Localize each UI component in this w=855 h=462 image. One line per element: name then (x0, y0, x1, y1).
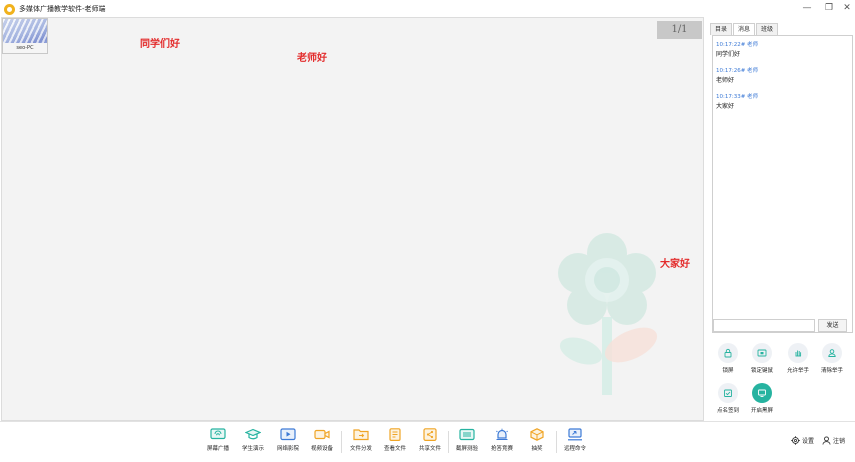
control-label: 锁屏 (722, 368, 734, 374)
control-label: 锁定键鼠 (750, 368, 773, 374)
settings-label: 设置 (802, 438, 815, 445)
send-button[interactable]: 发送 (818, 319, 847, 332)
network-cinema-icon (280, 428, 296, 441)
view-file-button[interactable]: 查看文件 (377, 428, 413, 452)
app-logo-icon (4, 3, 15, 15)
lock-screen-icon (718, 343, 738, 363)
clear-raise-hand-button[interactable]: 清除举手 (814, 343, 850, 374)
control-label: 开启黑屏 (750, 408, 773, 414)
window-title: 多媒体广播教学软件-老师端 (19, 5, 106, 13)
gear-icon (791, 436, 800, 445)
raise-hand-icon (788, 343, 808, 363)
tool-label: 视频设备 (310, 446, 333, 452)
restore-icon[interactable]: ❐ (822, 2, 836, 14)
message-item: 10:17:26# 老师 老师好 (716, 66, 758, 84)
clear-hand-icon (822, 343, 842, 363)
network-cinema-button[interactable]: 网络影院 (270, 428, 306, 452)
student-demo-button[interactable]: 学生演示 (235, 428, 271, 452)
flower-watermark-icon (558, 233, 658, 395)
lock-screen-button[interactable]: 锁屏 (710, 343, 746, 374)
tab-messages[interactable]: 消息 (733, 23, 756, 35)
quick-answer-button[interactable]: 抢答竞赛 (484, 428, 520, 452)
video-device-icon (314, 429, 330, 440)
whiteboard-canvas[interactable]: seo-PC 1/1 同学们好 老师好 大家好 (1, 17, 704, 421)
student-screen-thumbnail[interactable]: seo-PC (2, 18, 48, 54)
control-label: 清除举手 (820, 368, 843, 374)
view-file-icon (389, 428, 401, 441)
title-bar: 多媒体广播教学软件-老师端 — ❐ ✕ (0, 0, 855, 18)
message-text: 大家好 (716, 103, 735, 110)
message-item: 10:17:22# 老师 同学们好 (716, 40, 758, 58)
student-demo-icon (245, 428, 261, 440)
message-header: 10:17:33# 老师 (716, 94, 759, 100)
tool-label: 抢答竞赛 (490, 446, 513, 452)
tool-label: 远程命令 (563, 446, 586, 452)
side-panel: 目录 消息 班级 10:17:22# 老师 同学们好 10:17:26# 老师 … (706, 17, 855, 421)
toolbar-divider (341, 431, 342, 453)
tool-label: 文件分发 (349, 446, 372, 452)
black-screen-button[interactable]: 开启黑屏 (744, 383, 780, 414)
message-text: 老师好 (716, 77, 735, 84)
panel-tabs: 目录 消息 班级 (710, 23, 779, 35)
logout-label: 注销 (833, 438, 846, 445)
share-file-icon (423, 428, 437, 441)
control-label: 点名签到 (716, 408, 739, 414)
annotation-text: 同学们好 (140, 39, 180, 50)
message-header: 10:17:22# 老师 (716, 42, 759, 48)
message-list[interactable]: 10:17:22# 老师 同学们好 10:17:26# 老师 老师好 10:17… (712, 35, 853, 333)
file-distribute-button[interactable]: 文件分发 (343, 428, 379, 452)
video-device-button[interactable]: 视频设备 (304, 428, 340, 452)
roll-call-button[interactable]: 点名签到 (710, 383, 746, 414)
tool-label: 屏幕广播 (206, 446, 229, 452)
message-header: 10:17:26# 老师 (716, 68, 759, 74)
screenshot-quiz-button[interactable]: 截屏测验 (449, 428, 485, 452)
remote-command-icon (568, 428, 582, 441)
tool-label: 抽奖 (531, 446, 543, 452)
control-label: 允许举手 (786, 368, 809, 374)
black-screen-icon (752, 383, 772, 403)
broadcast-icon (210, 428, 226, 440)
screen-broadcast-button[interactable]: 屏幕广播 (200, 428, 236, 452)
tool-label: 查看文件 (383, 446, 406, 452)
page-indicator: 1/1 (657, 21, 702, 39)
app-window: 多媒体广播教学软件-老师端 — ❐ ✕ seo-PC 1/1 同学们好 老师好 … (0, 0, 855, 462)
tab-catalog[interactable]: 目录 (710, 23, 733, 35)
quick-answer-icon (496, 428, 508, 441)
tool-label: 截屏测验 (455, 446, 478, 452)
close-icon[interactable]: ✕ (840, 2, 854, 14)
share-file-button[interactable]: 共享文件 (412, 428, 448, 452)
bottom-toolbar: 屏幕广播 学生演示 网络影院 视频设备 文件分发 查看文件 共享文件 截屏测验 … (0, 421, 855, 462)
minimize-icon[interactable]: — (800, 2, 814, 14)
file-distribute-icon (353, 429, 369, 441)
lottery-button[interactable]: 抽奖 (519, 428, 555, 452)
message-item: 10:17:33# 老师 大家好 (716, 92, 758, 110)
annotation-text: 老师好 (297, 53, 327, 64)
lottery-icon (530, 428, 544, 441)
allow-raise-hand-button[interactable]: 允许举手 (780, 343, 816, 374)
message-input[interactable] (713, 319, 815, 332)
message-text: 同学们好 (716, 51, 741, 58)
tool-label: 网络影院 (276, 446, 299, 452)
keyboard-lock-icon (752, 343, 772, 363)
lock-keyboard-mouse-button[interactable]: 锁定键鼠 (744, 343, 780, 374)
tool-label: 学生演示 (241, 446, 264, 452)
remote-command-button[interactable]: 远程命令 (557, 428, 593, 452)
roll-call-icon (718, 383, 738, 403)
user-icon (822, 436, 831, 445)
thumbnail-image (3, 19, 47, 43)
logout-button[interactable]: 注销 (822, 436, 845, 445)
tool-label: 共享文件 (418, 446, 441, 452)
settings-button[interactable]: 设置 (791, 436, 814, 445)
tab-class[interactable]: 班级 (756, 23, 779, 35)
screenshot-quiz-icon (459, 428, 475, 441)
thumbnail-label: seo-PC (3, 43, 47, 53)
